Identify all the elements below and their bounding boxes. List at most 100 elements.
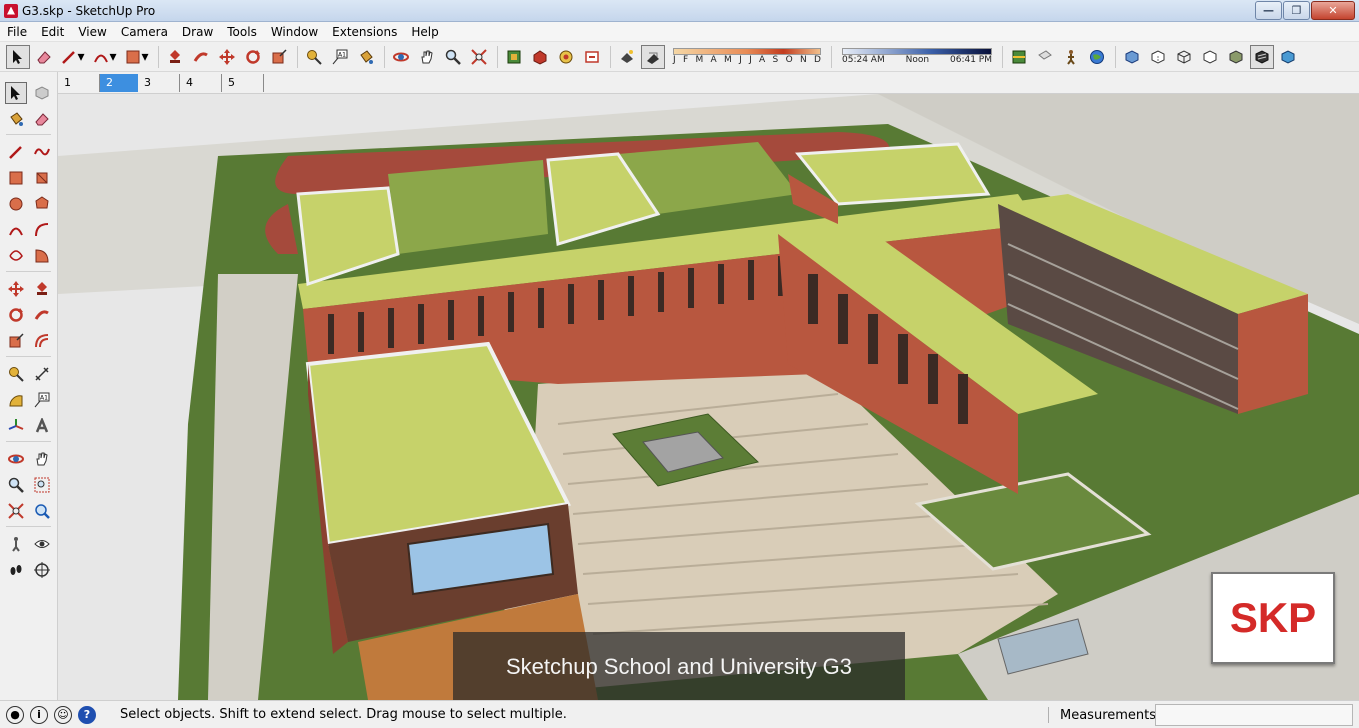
move-icon[interactable] <box>215 45 239 69</box>
model-viewport[interactable]: Sketchup School and University G3 SKP <box>58 94 1359 700</box>
select-tool-icon[interactable] <box>4 82 27 104</box>
scale-icon[interactable] <box>5 330 27 352</box>
previous-view-icon[interactable] <box>31 500 53 522</box>
svg-text:A1: A1 <box>338 51 346 58</box>
toolbar-divider <box>384 45 385 68</box>
freehand-icon[interactable] <box>31 141 53 163</box>
back-edges-icon[interactable] <box>1146 45 1170 69</box>
polygon-tool-icon[interactable] <box>31 193 53 215</box>
position-camera-icon[interactable] <box>5 533 27 555</box>
protractor-icon[interactable] <box>5 389 27 411</box>
eraser-icon[interactable] <box>31 108 53 130</box>
arc-tool-icon[interactable]: ▾ <box>90 45 120 69</box>
zoom-extents-icon[interactable] <box>5 500 27 522</box>
zoom-window-icon[interactable] <box>31 474 53 496</box>
orbit-icon[interactable] <box>5 448 27 470</box>
share-component-icon[interactable] <box>554 45 578 69</box>
menu-window[interactable]: Window <box>264 25 325 39</box>
time-slider-track[interactable] <box>842 48 992 55</box>
two-point-arc-icon[interactable] <box>31 219 53 241</box>
menu-view[interactable]: View <box>71 25 113 39</box>
line-tool-icon[interactable] <box>5 141 27 163</box>
user-account-icon[interactable]: ☺ <box>54 705 72 724</box>
text-label-icon[interactable]: A1 <box>31 389 53 411</box>
scene-tab-2[interactable]: 2 <box>100 73 138 92</box>
orbit-icon[interactable] <box>389 45 413 69</box>
dimension-icon[interactable] <box>31 363 53 385</box>
rectangle-tool-icon[interactable]: ▾ <box>122 45 152 69</box>
credits-info-icon[interactable]: i <box>30 705 48 724</box>
make-component-icon[interactable] <box>31 82 53 104</box>
time-slider[interactable]: 05:24 AM Noon 06:41 PM <box>842 48 992 65</box>
paint-bucket-icon[interactable] <box>354 45 378 69</box>
axes-icon[interactable] <box>5 415 27 437</box>
menu-camera[interactable]: Camera <box>114 25 175 39</box>
minimize-button[interactable]: — <box>1255 1 1282 20</box>
shaded-textures-icon[interactable] <box>1250 44 1274 69</box>
follow-me-icon[interactable] <box>31 304 53 326</box>
menu-draw[interactable]: Draw <box>175 25 220 39</box>
geo-location-icon[interactable] <box>1085 45 1109 69</box>
push-pull-icon[interactable] <box>31 278 53 300</box>
scene-tab-4[interactable]: 4 <box>180 73 222 92</box>
sketchup-app-icon[interactable] <box>4 3 18 18</box>
offset-icon[interactable] <box>31 330 53 352</box>
rotate-icon[interactable] <box>241 45 265 69</box>
menu-tools[interactable]: Tools <box>220 25 264 39</box>
zoom-icon[interactable] <box>5 474 27 496</box>
rotated-rectangle-icon[interactable] <box>31 167 53 189</box>
look-around-eye-icon[interactable] <box>31 533 53 555</box>
scale-icon[interactable] <box>267 45 291 69</box>
share-model-icon[interactable] <box>528 45 552 69</box>
scene-tab-3[interactable]: 3 <box>138 73 180 92</box>
menu-help[interactable]: Help <box>404 25 445 39</box>
month-slider-track[interactable] <box>673 48 821 55</box>
line-tool-icon[interactable]: ▾ <box>58 45 88 69</box>
zoom-icon[interactable] <box>441 45 465 69</box>
zoom-extents-icon[interactable] <box>467 45 491 69</box>
scene-tab-1[interactable]: 1 <box>58 73 100 92</box>
shaded-icon[interactable] <box>1224 45 1248 69</box>
push-pull-icon[interactable] <box>163 45 187 69</box>
pie-tool-icon[interactable] <box>31 245 53 267</box>
menu-edit[interactable]: Edit <box>34 25 71 39</box>
shadow-settings-icon[interactable] <box>641 44 665 69</box>
walk-person-icon[interactable] <box>1059 45 1083 69</box>
geo-location-status-icon[interactable]: ● <box>6 705 24 724</box>
pan-hand-icon[interactable] <box>31 448 53 470</box>
extension-warehouse-icon[interactable] <box>580 45 604 69</box>
section-plane-icon[interactable] <box>31 559 53 581</box>
hidden-line-icon[interactable] <box>1198 45 1222 69</box>
move-icon[interactable] <box>5 278 27 300</box>
monochrome-icon[interactable] <box>1276 45 1300 69</box>
circle-tool-icon[interactable] <box>5 193 27 215</box>
3d-text-icon[interactable] <box>31 415 53 437</box>
menu-file[interactable]: File <box>0 25 34 39</box>
month-slider[interactable]: J F M A M J J A S O N D <box>673 48 821 65</box>
text-label-icon[interactable]: A1 <box>328 45 352 69</box>
pan-hand-icon[interactable] <box>415 45 439 69</box>
instructor-help-icon[interactable]: ? <box>78 705 96 724</box>
eraser-icon[interactable] <box>32 45 56 69</box>
scene-tab-5[interactable]: 5 <box>222 73 264 92</box>
tape-measure-icon[interactable] <box>302 45 326 69</box>
select-tool-icon[interactable] <box>6 44 30 69</box>
tape-measure-icon[interactable] <box>5 363 27 385</box>
xray-style-icon[interactable] <box>1120 45 1144 69</box>
display-section-icon[interactable] <box>1033 45 1057 69</box>
section-plane-icon[interactable] <box>1007 45 1031 69</box>
follow-me-icon[interactable] <box>189 45 213 69</box>
arc-tool-icon[interactable] <box>5 219 27 241</box>
wireframe-icon[interactable] <box>1172 45 1196 69</box>
walk-footprints-icon[interactable] <box>5 559 27 581</box>
maximize-button[interactable]: ❐ <box>1283 1 1310 20</box>
paint-bucket-icon[interactable] <box>5 108 27 130</box>
warehouse-icon[interactable] <box>502 45 526 69</box>
measurements-input[interactable] <box>1155 704 1353 726</box>
rectangle-tool-icon[interactable] <box>5 167 27 189</box>
close-button[interactable]: ✕ <box>1311 1 1355 20</box>
three-point-arc-icon[interactable] <box>5 245 27 267</box>
rotate-icon[interactable] <box>5 304 27 326</box>
menu-extensions[interactable]: Extensions <box>325 25 404 39</box>
shadows-toggle-icon[interactable] <box>615 45 639 69</box>
